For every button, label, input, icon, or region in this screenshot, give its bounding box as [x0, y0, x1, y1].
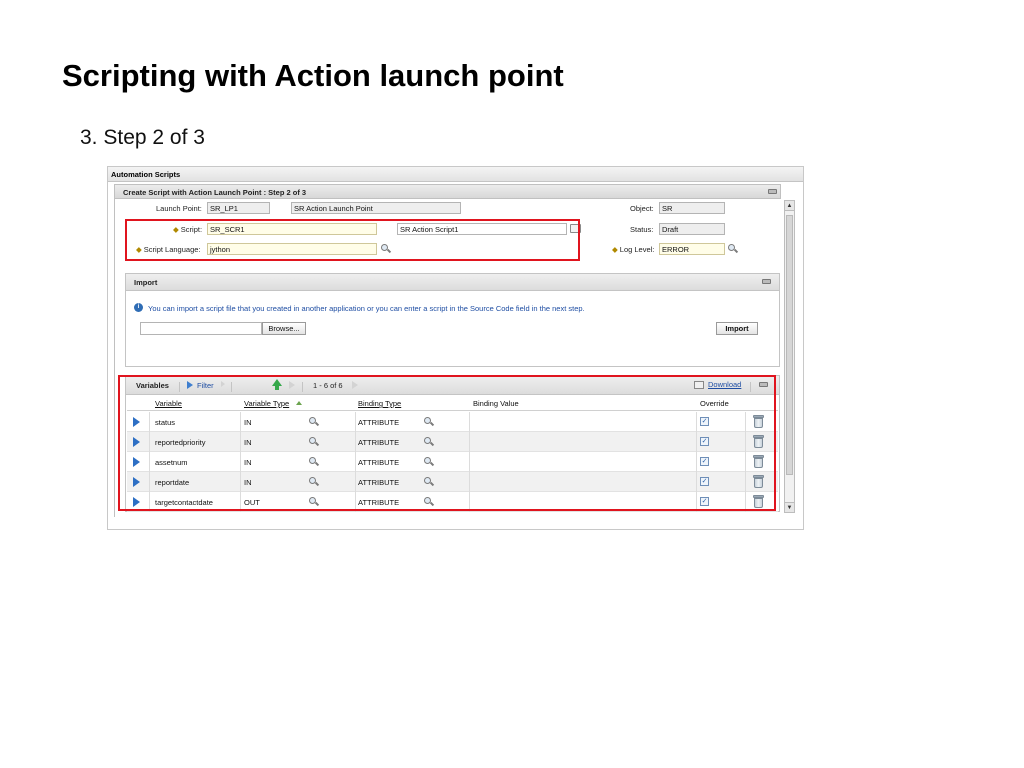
launch-point-label: Launch Point: — [156, 204, 202, 213]
launch-point-field: SR_LP1 — [207, 202, 270, 214]
magnifier-icon[interactable] — [728, 244, 739, 254]
scroll-down-arrow-icon[interactable]: ▼ — [785, 502, 794, 512]
scrollbar-thumb[interactable] — [786, 215, 793, 475]
app-header-title: Automation Scripts — [111, 170, 181, 179]
dialog-title: Create Script with Action Launch Point :… — [123, 188, 307, 197]
vertical-scrollbar[interactable]: ▲ ▼ — [784, 200, 795, 513]
info-icon: i — [134, 303, 143, 312]
log-level-field[interactable]: ERROR — [659, 243, 725, 255]
script-highlight-box — [125, 219, 580, 261]
slide-subtitle: 3. Step 2 of 3 — [80, 126, 205, 149]
app-header: Automation Scripts — [108, 167, 803, 182]
object-field: SR — [659, 202, 725, 214]
import-file-input[interactable] — [140, 322, 262, 335]
launch-point-description: SR Action Launch Point — [291, 202, 461, 214]
log-level-label: ◆ Log Level: — [612, 245, 654, 254]
import-section: Import i You can import a script file th… — [125, 273, 780, 367]
scroll-up-arrow-icon[interactable]: ▲ — [785, 201, 794, 211]
import-section-title: Import — [134, 278, 158, 287]
slide-title: Scripting with Action launch point — [62, 58, 564, 93]
object-label: Object: — [630, 204, 654, 213]
app-screenshot: Automation Scripts Create Script with Ac… — [107, 166, 804, 530]
browse-button[interactable]: Browse... — [262, 322, 306, 335]
variables-highlight-box — [118, 375, 776, 511]
dialog-body: Launch Point: SR_LP1 SR Action Launch Po… — [114, 199, 781, 517]
status-label: Status: — [630, 225, 654, 234]
collapse-section-icon[interactable] — [762, 279, 771, 284]
import-button[interactable]: Import — [716, 322, 758, 335]
required-icon: ◆ — [612, 245, 618, 254]
log-level-label-text: Log Level: — [619, 245, 655, 254]
minimize-icon[interactable] — [768, 189, 777, 194]
dialog-title-bar: Create Script with Action Launch Point :… — [114, 184, 781, 199]
status-field: Draft — [659, 223, 725, 235]
import-section-header: Import — [126, 274, 779, 291]
import-info-text: You can import a script file that you cr… — [148, 304, 585, 313]
